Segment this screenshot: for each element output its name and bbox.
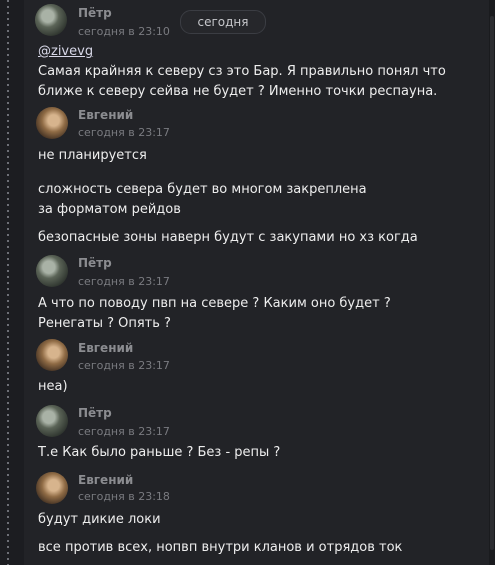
author-name[interactable]: Пётр <box>78 406 112 420</box>
thread-rail <box>0 0 24 565</box>
message-text: безопасные зоны наверн будут с закупами … <box>38 230 418 245</box>
message-text: сложность севера будет во многом закрепл… <box>38 182 367 217</box>
message-time: сегодня в 23:17 <box>78 425 170 438</box>
message-text: неа) <box>38 379 68 394</box>
mention[interactable]: @zivevg <box>38 42 93 62</box>
message-time: сегодня в 23:17 <box>78 126 170 139</box>
message-text: все против всех, нопвп внутри кланов и о… <box>38 540 403 555</box>
message-time: сегодня в 23:17 <box>78 275 170 288</box>
avatar[interactable] <box>36 255 68 287</box>
avatar[interactable] <box>36 405 68 437</box>
message-text: не планируется <box>38 148 147 163</box>
scrollbar-thumb[interactable] <box>490 16 494 550</box>
avatar[interactable] <box>36 472 68 504</box>
message-text: будут дикие локи <box>38 512 161 527</box>
message-time: сегодня в 23:18 <box>78 490 170 503</box>
author-name[interactable]: Евгений <box>78 341 133 355</box>
thread-line <box>7 0 9 565</box>
message-text: А что по поводу пвп на севере ? Каким он… <box>38 296 391 331</box>
message-text: Т.е Как было раньше ? Без - репы ? <box>38 445 281 460</box>
author-name[interactable]: Евгений <box>78 108 133 122</box>
author-name[interactable]: Пётр <box>78 6 112 20</box>
avatar[interactable] <box>36 107 68 139</box>
scrollbar[interactable] <box>489 0 495 565</box>
avatar[interactable] <box>36 339 68 371</box>
message-time: сегодня в 23:10 <box>78 25 170 38</box>
message-text: Самая крайняя к северу сз это Бар. Я пра… <box>38 64 446 99</box>
avatar[interactable] <box>35 4 67 36</box>
message-time: сегодня в 23:17 <box>78 359 170 372</box>
author-name[interactable]: Пётр <box>78 256 112 270</box>
date-divider: сегодня <box>180 10 266 34</box>
author-name[interactable]: Евгений <box>78 473 133 487</box>
